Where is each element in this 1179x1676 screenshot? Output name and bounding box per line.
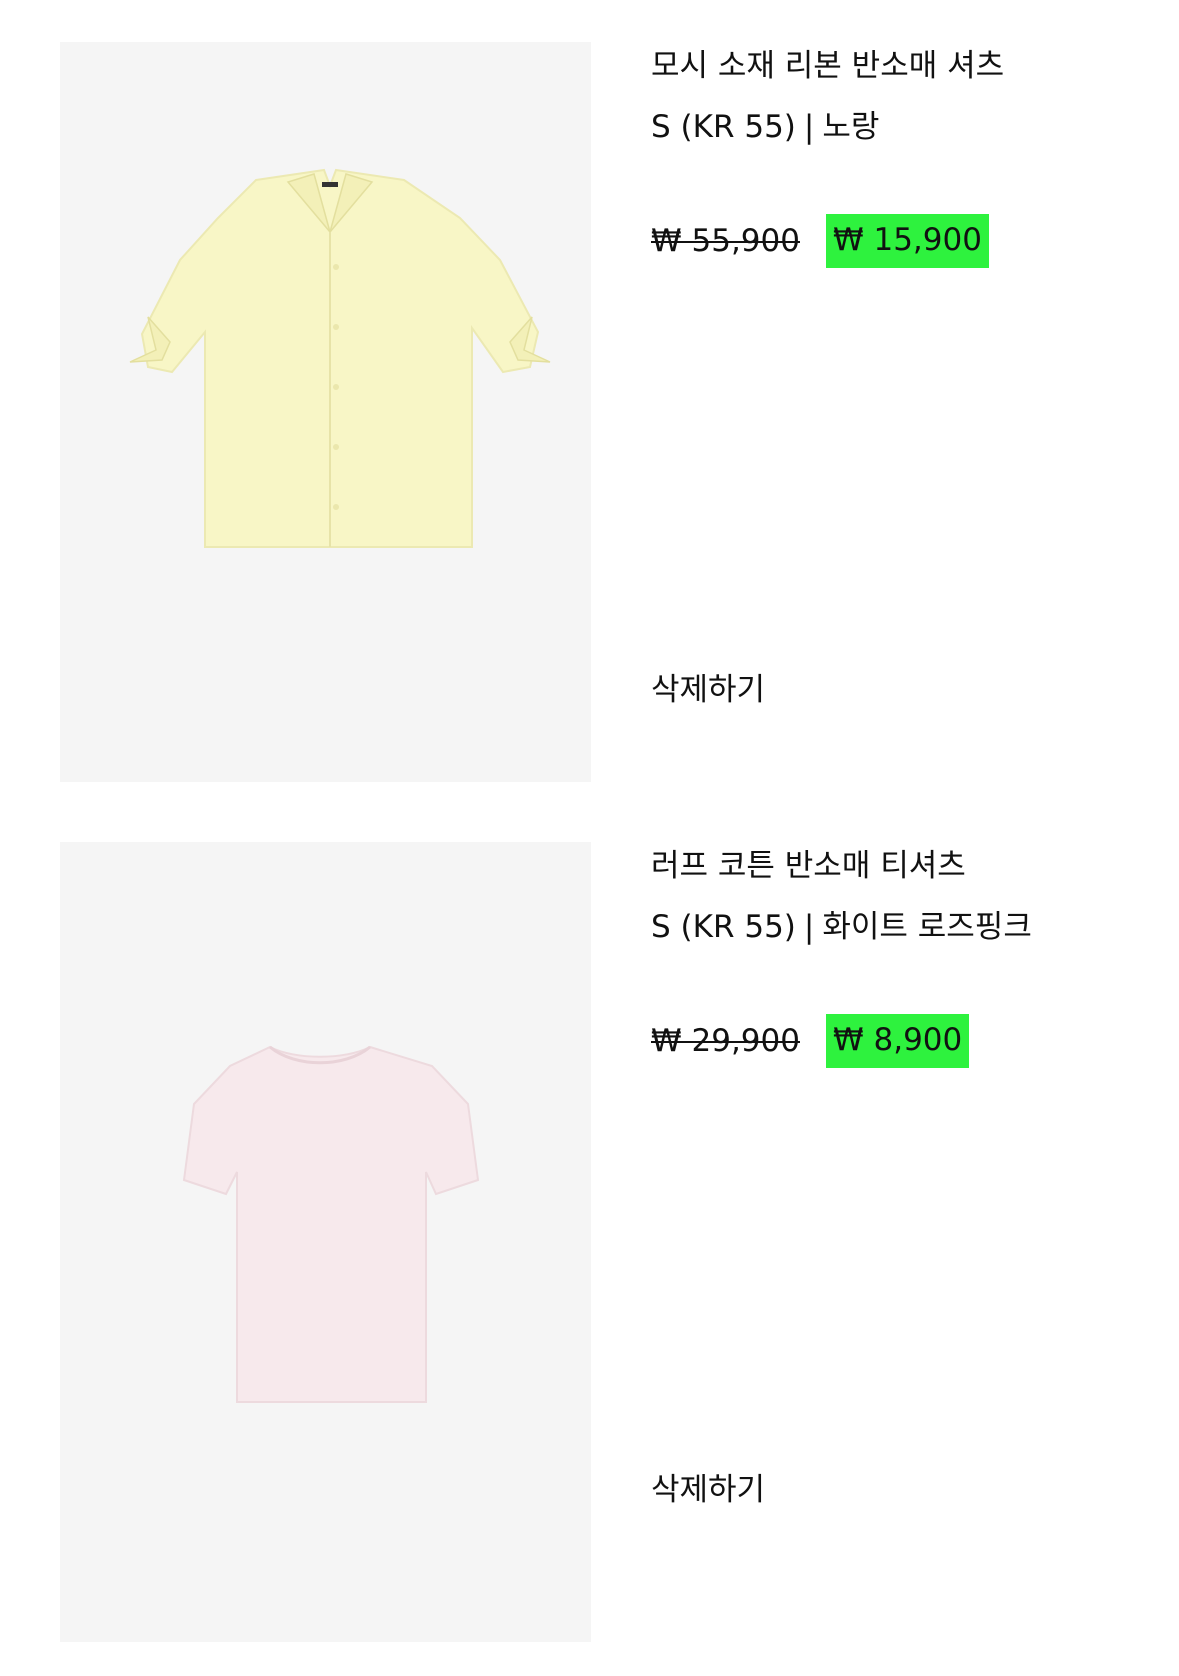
price-group: ₩ 55,900 ₩ 15,900	[651, 214, 989, 268]
tshirt-image-icon	[182, 1045, 480, 1403]
sale-price: ₩ 8,900	[825, 1014, 970, 1068]
product-color: 노랑	[822, 109, 880, 145]
product-variant: S (KR 55) | 화이트 로즈핑크	[651, 905, 1032, 949]
product-size: S (KR 55)	[651, 909, 796, 945]
product-image[interactable]	[60, 42, 591, 782]
variant-separator: |	[803, 909, 815, 945]
price-group: ₩ 29,900 ₩ 8,900	[651, 1014, 970, 1068]
product-image[interactable]	[60, 842, 591, 1642]
product-size: S (KR 55)	[651, 109, 796, 145]
product-name[interactable]: 모시 소재 리본 반소매 셔츠	[651, 44, 1004, 88]
original-price: ₩ 29,900	[651, 1023, 800, 1059]
delete-button[interactable]: 삭제하기	[651, 1468, 765, 1512]
product-color: 화이트 로즈핑크	[822, 909, 1032, 945]
variant-separator: |	[803, 109, 815, 145]
sale-price: ₩ 15,900	[825, 214, 989, 268]
product-variant: S (KR 55) | 노랑	[651, 105, 879, 149]
product-name[interactable]: 러프 코튼 반소매 티셔츠	[651, 844, 966, 888]
original-price: ₩ 55,900	[651, 223, 800, 259]
delete-button[interactable]: 삭제하기	[651, 668, 765, 712]
shirt-image-icon	[129, 168, 551, 548]
